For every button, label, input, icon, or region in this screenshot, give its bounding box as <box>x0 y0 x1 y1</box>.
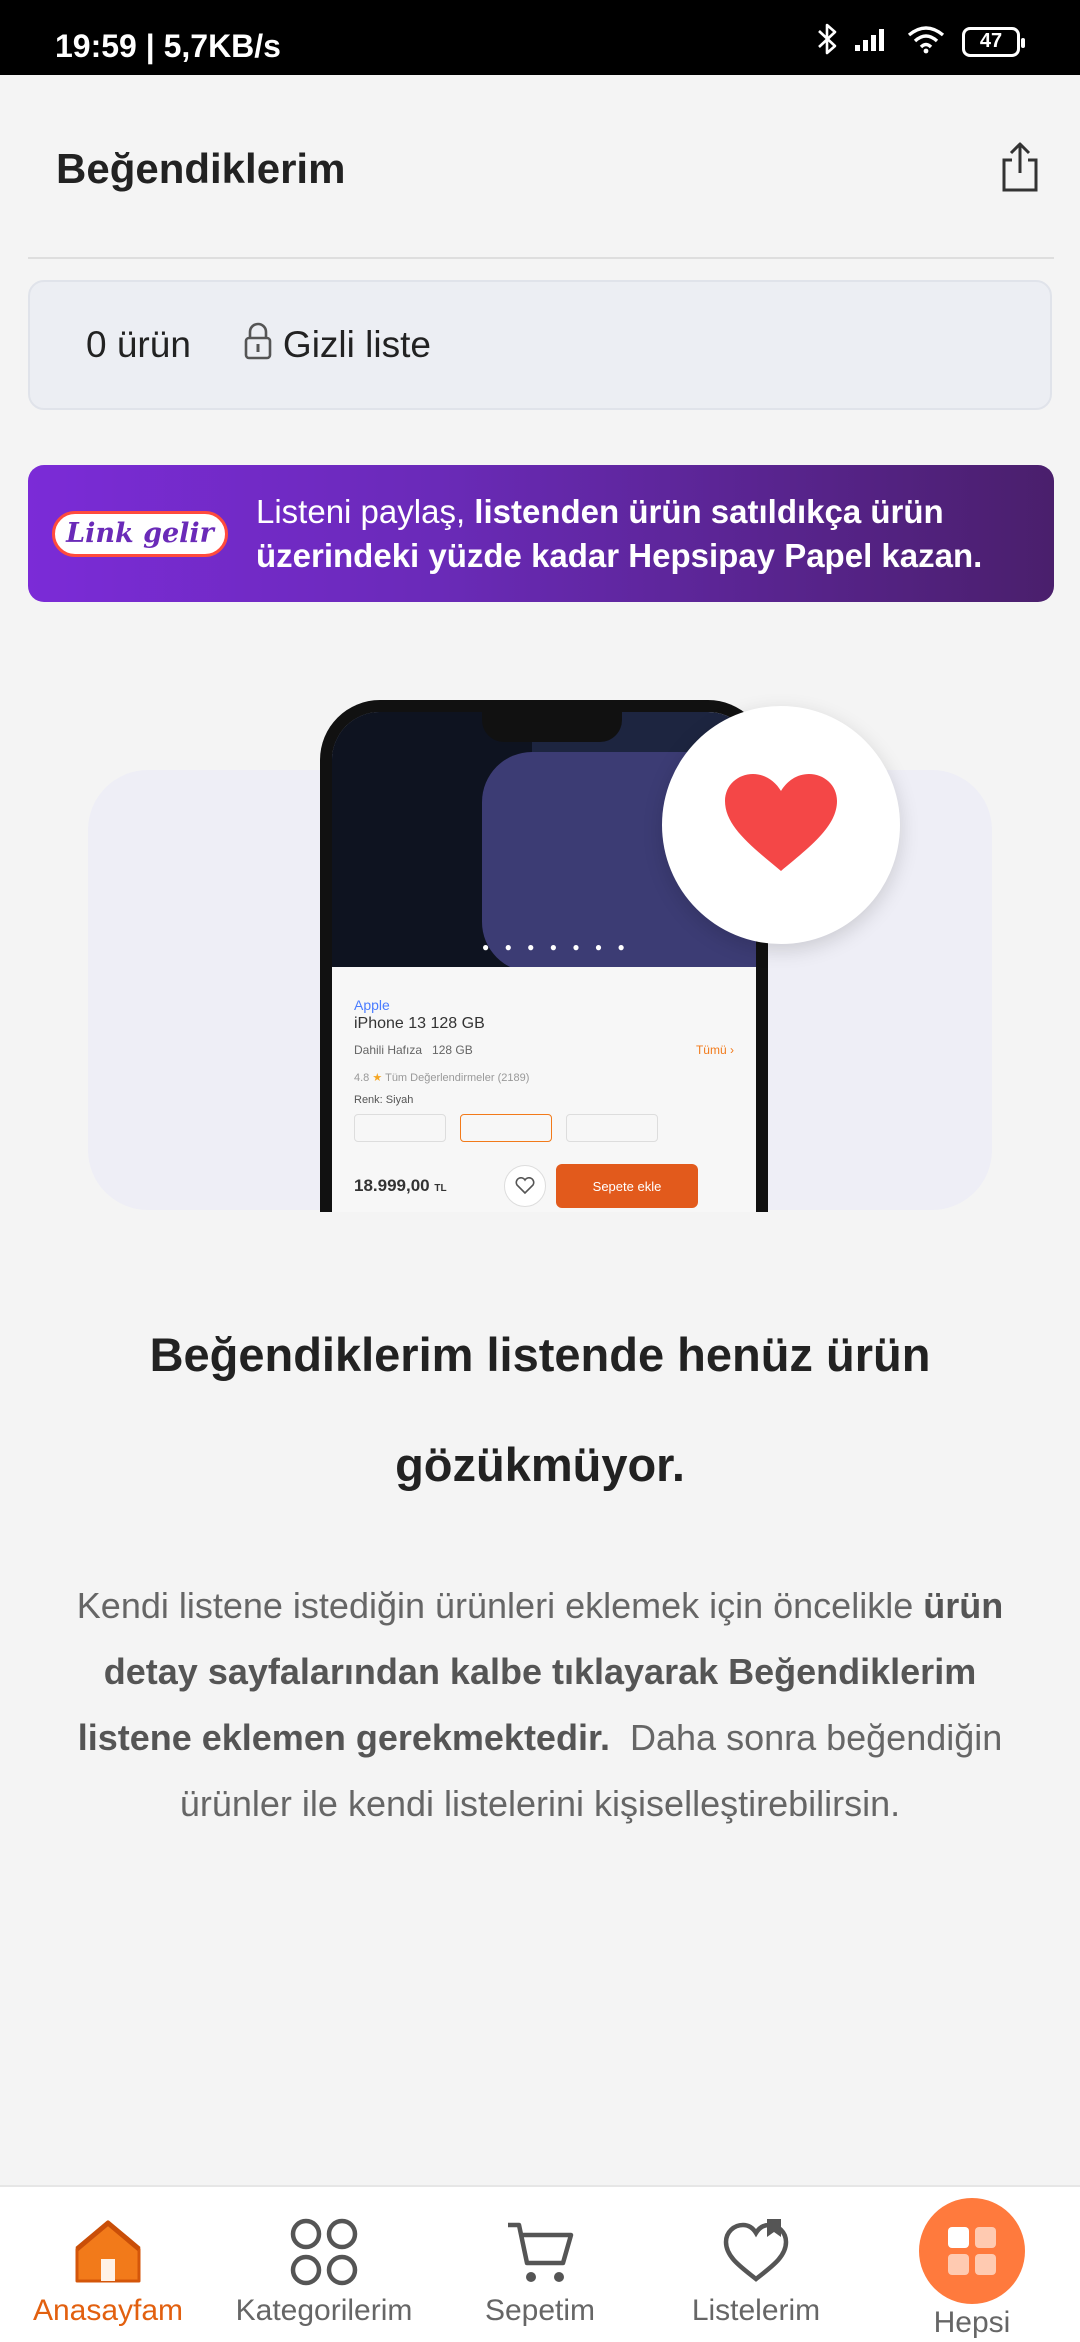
heart-badge <box>662 706 900 944</box>
signal-icon <box>854 26 890 57</box>
empty-desc-part1: Kendi listene istediğin ürünleri eklemek… <box>76 1585 914 1626</box>
empty-state-description: Kendi listene istediğin ürünleri eklemek… <box>60 1573 1020 1837</box>
nav-item-hepsi[interactable]: Hepsi <box>864 2187 1080 2342</box>
share-icon <box>998 140 1042 199</box>
small-heart-icon <box>504 1165 546 1207</box>
illus-currency: TL <box>434 1183 447 1194</box>
privacy-label: Gizli liste <box>282 324 431 365</box>
linkgelir-logo-text: Link gelir <box>66 518 214 549</box>
status-bar: 19:59 | 5,7KB/s 47 <box>0 0 1080 75</box>
lists-heart-icon <box>721 2212 791 2292</box>
status-time: 19:59 | 5,7KB/s <box>55 28 281 64</box>
list-info-box: 0 ürün Gizli liste <box>28 280 1052 410</box>
promo-text: Listeni paylaş, listenden ürün satıldıkç… <box>256 490 1016 578</box>
status-icons: 47 <box>816 22 1025 61</box>
illus-price: 18.999,00 <box>354 1176 430 1195</box>
star-icon: ★ <box>372 1072 383 1084</box>
nav-label: Sepetim <box>484 2294 596 2327</box>
empty-state-title: Beğendiklerim listende henüz ürün gözükm… <box>149 1328 931 1491</box>
linkgelir-promo-banner[interactable]: Link gelir Listeni paylaş, listenden ürü… <box>28 465 1054 602</box>
page-title: Beğendiklerim <box>56 145 346 192</box>
illus-storage-label: Dahili Hafıza <box>354 1043 423 1057</box>
privacy-toggle[interactable]: Gizli liste <box>243 321 431 370</box>
bottom-navigation: Anasayfam Kategorilerim Sepetim Listeler… <box>0 2185 1080 2342</box>
hepsi-grid-icon <box>919 2198 1025 2304</box>
illus-color-label: Renk: Siyah <box>354 1094 414 1106</box>
illus-rating-text: Tüm Değerlendirmeler (2189) <box>385 1072 530 1084</box>
battery-level: 47 <box>979 30 1003 52</box>
linkgelir-logo: Link gelir <box>52 510 228 557</box>
page-header: Beğendiklerim <box>0 75 1080 259</box>
illus-cart-button: Sepete ekle <box>556 1164 698 1208</box>
nav-label: Anasayfam <box>32 2294 184 2327</box>
nav-item-kategorilerim[interactable]: Kategorilerim <box>216 2187 432 2342</box>
nav-item-listelerim[interactable]: Listelerim <box>648 2187 864 2342</box>
illus-storage-value: 128 GB <box>432 1043 473 1057</box>
lock-icon <box>243 321 273 370</box>
bluetooth-icon <box>816 22 838 61</box>
nav-label: Hepsi <box>933 2306 1011 2339</box>
phone-bottom-bar: 18.999,00 TL Sepete ekle <box>354 1164 734 1208</box>
battery-icon: 47 <box>962 26 1025 57</box>
nav-item-sepetim[interactable]: Sepetim <box>432 2187 648 2342</box>
nav-item-anasayfam[interactable]: Anasayfam <box>0 2187 216 2342</box>
nav-label: Kategorilerim <box>235 2294 413 2327</box>
share-button[interactable] <box>990 137 1050 201</box>
promo-text-normal: Listeni paylaş, <box>256 492 466 530</box>
illus-brand: Apple <box>354 997 390 1013</box>
illus-product-name: iPhone 13 128 GB <box>354 1015 485 1032</box>
empty-illustration: ● ● ● ● ● ● ● Apple iPhone 13 128 GB Dah… <box>0 700 1080 1212</box>
heart-icon <box>721 771 841 880</box>
wifi-icon <box>906 24 946 59</box>
illus-rating: 4.8 <box>354 1072 370 1084</box>
cart-icon <box>505 2212 575 2292</box>
categories-icon <box>289 2212 359 2292</box>
home-icon <box>73 2212 143 2292</box>
header-divider <box>28 257 1054 259</box>
illus-all-label: Tümü <box>695 1043 727 1057</box>
nav-label: Listelerim <box>691 2294 821 2327</box>
product-count: 0 ürün <box>86 324 191 365</box>
phone-product-info: Apple iPhone 13 128 GB Dahili Hafıza 128… <box>354 997 734 1142</box>
